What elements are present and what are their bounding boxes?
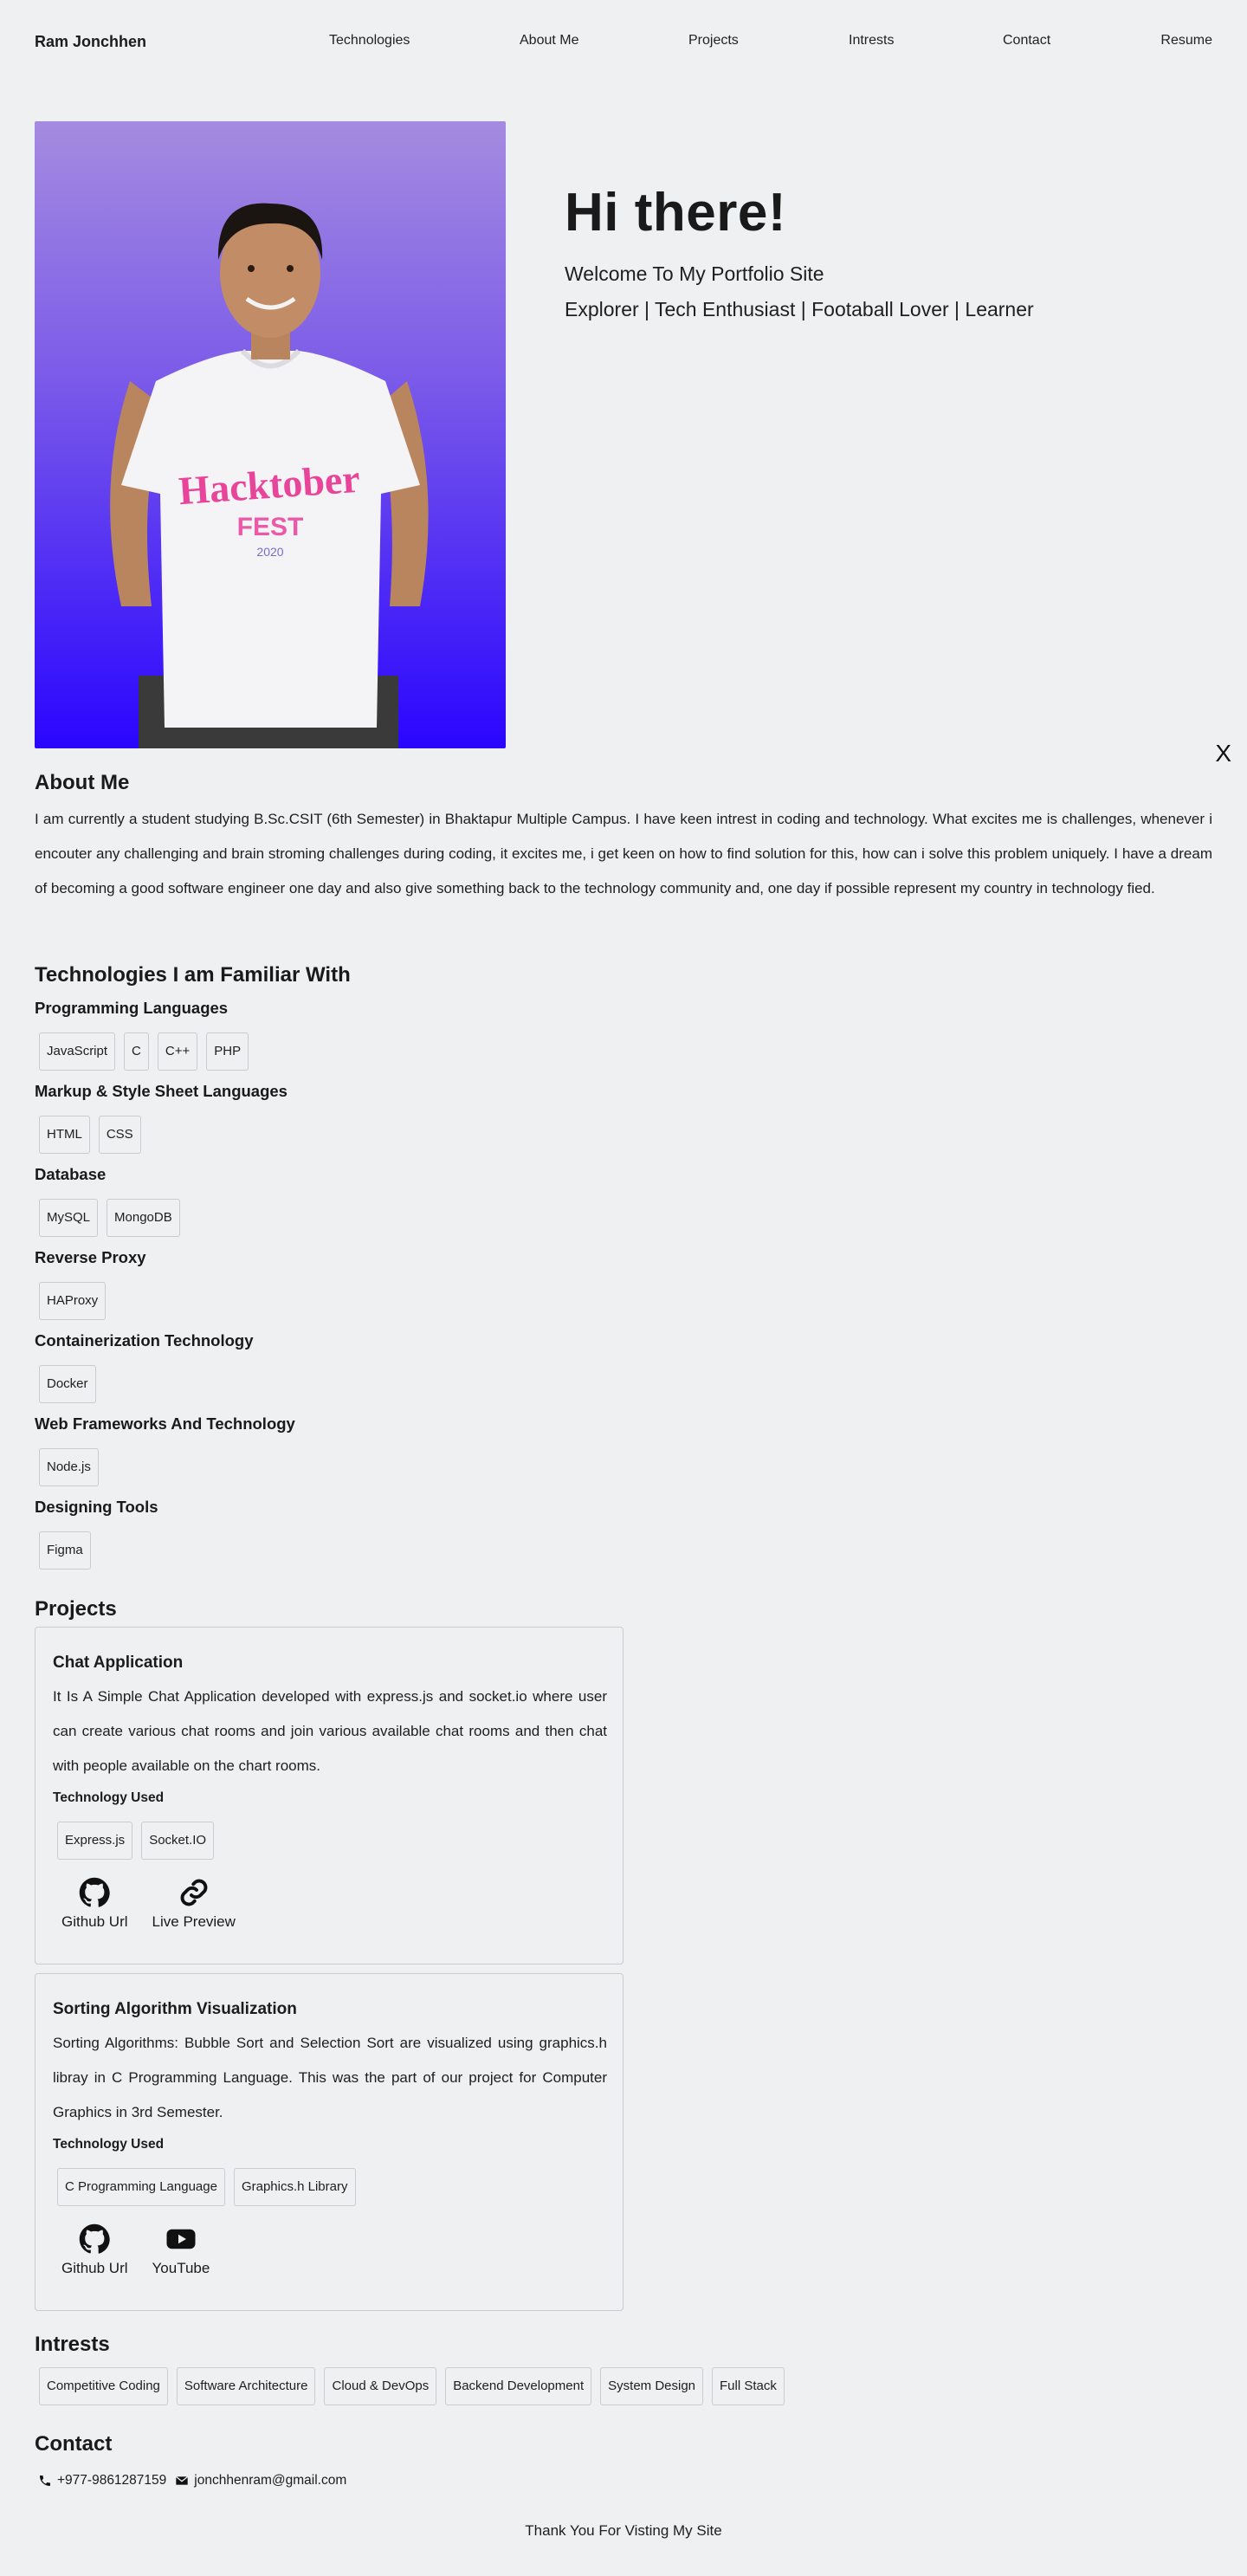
link-label: Live Preview <box>152 1913 236 1930</box>
nav-link-contact[interactable]: Contact <box>1003 33 1050 49</box>
phone-icon <box>40 2476 50 2486</box>
nav-link-about-me[interactable]: About Me <box>520 33 578 49</box>
nav-link-resume[interactable]: Resume <box>1160 33 1212 49</box>
envelope-icon <box>176 2476 189 2485</box>
tech-group-title: Database <box>35 1165 107 1183</box>
tech-chip: Socket.IO <box>141 1822 215 1860</box>
tech-chip: HAProxy <box>39 1282 107 1320</box>
tech-chip: C <box>124 1032 149 1071</box>
tech-chip: Express.js <box>57 1822 133 1860</box>
project-description: It Is A Simple Chat Application develope… <box>53 1688 607 1774</box>
tech-chip-list: HTML CSS <box>35 1116 145 1154</box>
tech-chip: C++ <box>157 1032 198 1071</box>
email-contact[interactable]: jonchhenram@gmail.com <box>175 2473 346 2489</box>
interest-chip: System Design <box>600 2367 704 2405</box>
tech-chip: Figma <box>39 1531 91 1570</box>
project-description: Sorting Algorithms: Bubble Sort and Sele… <box>53 2035 607 2120</box>
tech-group-title: Web Frameworks And Technology <box>35 1414 295 1433</box>
project-title: Chat Application <box>53 1654 184 1672</box>
about-title: About Me <box>35 771 130 794</box>
link-label: YouTube <box>152 2260 210 2276</box>
projects-title: Projects <box>35 1597 117 1621</box>
tech-used-label: Technology Used <box>53 2137 165 2152</box>
github-link[interactable]: Github Url <box>61 1877 128 1931</box>
hero-intro: Hi there! Welcome To My Portfolio Site E… <box>565 182 1034 321</box>
contact-title: Contact <box>35 2432 113 2456</box>
github-link[interactable]: Github Url <box>61 2223 128 2277</box>
svg-text:FEST: FEST <box>237 513 304 541</box>
project-card: Sorting Algorithm Visualization Sorting … <box>35 1973 624 2311</box>
nav-link-projects[interactable]: Projects <box>688 33 739 49</box>
project-tech-list: Express.js Socket.IO <box>53 1822 218 1860</box>
close-button[interactable]: X <box>1215 740 1231 767</box>
hero-subtitle: Welcome To My Portfolio Site <box>565 262 824 285</box>
phone-contact[interactable]: +977-9861287159 <box>38 2473 166 2489</box>
about-text: I am currently a student studying B.Sc.C… <box>35 811 1212 896</box>
tech-chip-list: MySQL MongoDB <box>35 1199 184 1237</box>
tech-chip: Node.js <box>39 1448 99 1486</box>
tech-used-label: Technology Used <box>53 1790 165 1805</box>
nav-link-interests[interactable]: Intrests <box>849 33 894 49</box>
profile-photo: Hacktober FEST 2020 <box>35 121 506 748</box>
tech-chip: MongoDB <box>107 1199 180 1237</box>
navbar: Ram Jonchhen Technologies About Me Proje… <box>35 31 1212 52</box>
youtube-link[interactable]: YouTube <box>152 2223 210 2277</box>
link-icon <box>180 1879 208 1906</box>
tech-group-title: Reverse Proxy <box>35 1248 146 1266</box>
tech-group-title: Designing Tools <box>35 1498 158 1516</box>
tech-chip-list: Node.js <box>35 1448 103 1486</box>
project-tech-list: C Programming Language Graphics.h Librar… <box>53 2168 360 2206</box>
person-illustration: Hacktober FEST 2020 <box>110 203 429 748</box>
phone-number: +977-9861287159 <box>57 2473 167 2488</box>
live-preview-link[interactable]: Live Preview <box>152 1877 236 1931</box>
footer-text: Thank You For Visting My Site <box>525 2522 722 2539</box>
project-card: Chat Application It Is A Simple Chat App… <box>35 1627 624 1964</box>
tech-chip: MySQL <box>39 1199 99 1237</box>
tech-group-title: Markup & Style Sheet Languages <box>35 1082 288 1100</box>
tech-chip: HTML <box>39 1116 90 1154</box>
project-links: Github Url YouTube <box>61 2223 210 2277</box>
link-label: Github Url <box>61 1913 128 1930</box>
link-label: Github Url <box>61 2260 128 2276</box>
brand-name[interactable]: Ram Jonchhen <box>35 33 146 51</box>
contact-row: +977-9861287159 jonchhenram@gmail.com <box>38 2473 346 2489</box>
tech-chip: Docker <box>39 1365 96 1403</box>
technologies-title: Technologies I am Familiar With <box>35 963 351 987</box>
tech-chip: C Programming Language <box>57 2168 225 2206</box>
tech-chip-list: JavaScript C C++ PHP <box>35 1032 253 1071</box>
tech-group-title: Containerization Technology <box>35 1331 254 1349</box>
interest-chip-list: Competitive Coding Software Architecture… <box>35 2367 789 2405</box>
github-icon <box>80 1877 110 1907</box>
github-icon <box>80 2223 110 2254</box>
project-title: Sorting Algorithm Visualization <box>53 2000 297 2018</box>
tech-chip-list: Docker <box>35 1365 100 1403</box>
hero-tagline: Explorer | Tech Enthusiast | Footaball L… <box>565 298 1034 320</box>
interest-chip: Full Stack <box>712 2367 785 2405</box>
tech-chip: JavaScript <box>39 1032 116 1071</box>
hero-title: Hi there! <box>565 183 786 243</box>
nav-link-technologies[interactable]: Technologies <box>329 33 410 49</box>
interest-chip: Backend Development <box>445 2367 592 2405</box>
youtube-icon <box>166 2229 196 2249</box>
tech-chip: PHP <box>206 1032 249 1071</box>
tech-chip: CSS <box>98 1116 141 1154</box>
interests-title: Intrests <box>35 2333 110 2356</box>
email-address: jonchhenram@gmail.com <box>194 2473 347 2488</box>
interest-chip: Cloud & DevOps <box>324 2367 437 2405</box>
project-links: Github Url Live Preview <box>61 1877 236 1931</box>
tech-chip-list: Figma <box>35 1531 95 1570</box>
svg-text:2020: 2020 <box>256 545 283 559</box>
tech-chip: Graphics.h Library <box>233 2168 356 2206</box>
tech-group-title: Programming Languages <box>35 999 229 1017</box>
interest-chip: Competitive Coding <box>39 2367 168 2405</box>
interest-chip: Software Architecture <box>176 2367 316 2405</box>
tech-chip-list: HAProxy <box>35 1282 110 1320</box>
